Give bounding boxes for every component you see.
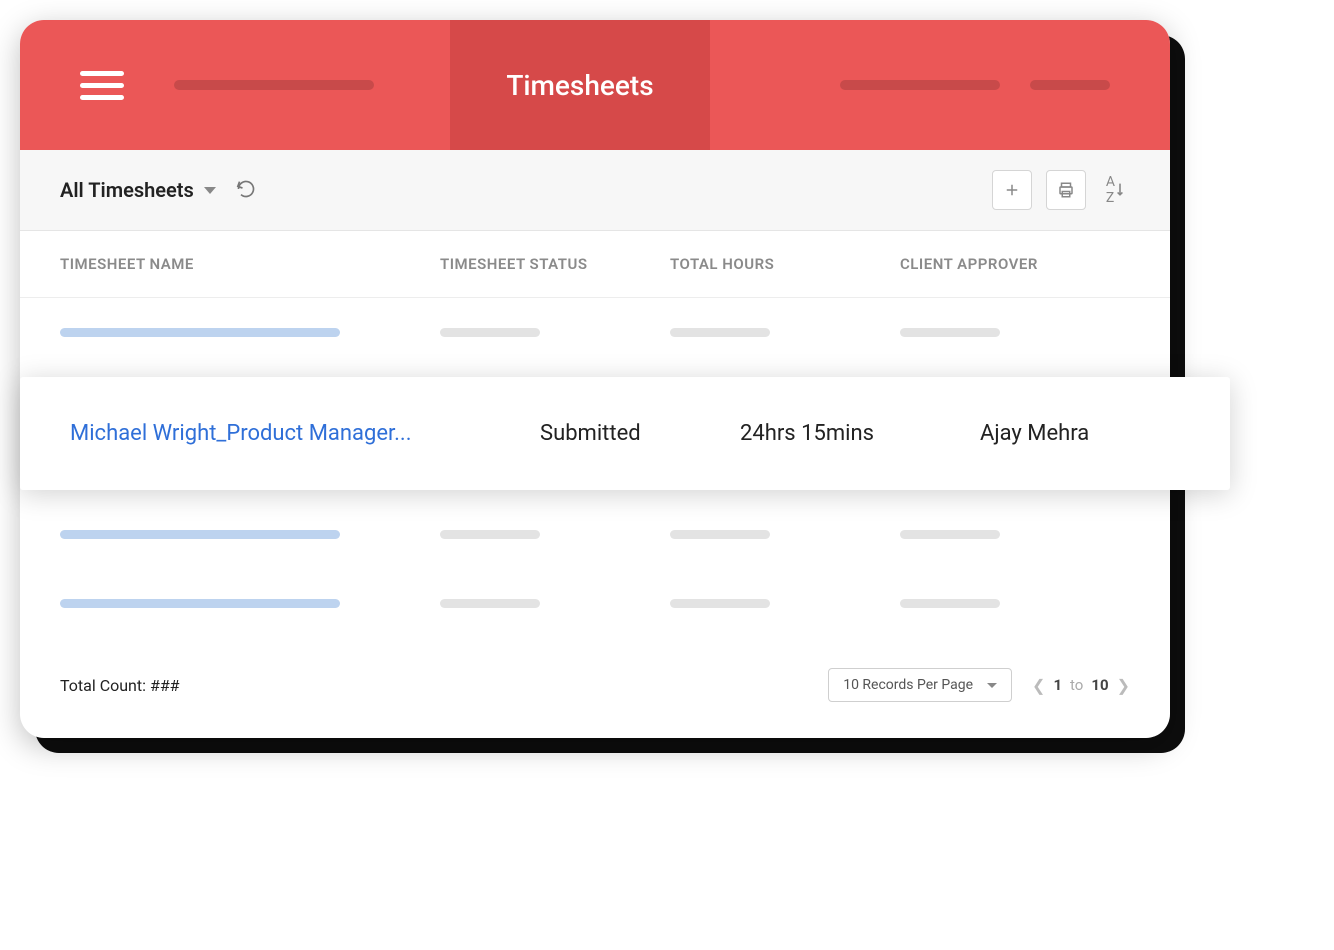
column-header-status[interactable]: TIMESHEET STATUS: [440, 255, 670, 273]
table-row[interactable]: [20, 500, 1170, 569]
page-size-dropdown[interactable]: 10 Records Per Page: [828, 668, 1012, 702]
sort-button[interactable]: AZ: [1100, 170, 1130, 210]
app-header: Timesheets: [20, 20, 1170, 150]
table-row[interactable]: [20, 569, 1170, 638]
print-button[interactable]: [1046, 170, 1086, 210]
timesheet-status: Submitted: [540, 421, 740, 446]
sort-az-icon: AZ: [1106, 174, 1114, 206]
table-row-highlighted[interactable]: Michael Wright_Product Manager... Submit…: [20, 377, 1230, 490]
placeholder-cell: [60, 599, 340, 608]
toolbar-left: All Timesheets: [60, 178, 258, 202]
next-page-button[interactable]: ❯: [1117, 676, 1130, 695]
app-window: Timesheets All Timesheets: [20, 20, 1170, 738]
column-header-name[interactable]: TIMESHEET NAME: [60, 255, 440, 273]
toolbar-right: AZ: [992, 170, 1130, 210]
timesheet-name-link[interactable]: Michael Wright_Product Manager...: [70, 421, 540, 446]
table-header: TIMESHEET NAME TIMESHEET STATUS TOTAL HO…: [20, 231, 1170, 298]
placeholder-cell: [900, 599, 1000, 608]
header-placeholder: [174, 80, 374, 90]
column-header-hours[interactable]: TOTAL HOURS: [670, 255, 900, 273]
placeholder-cell: [900, 530, 1000, 539]
placeholder-cell: [670, 530, 770, 539]
placeholder-cell: [670, 328, 770, 337]
total-count-label: Total Count: ###: [60, 676, 180, 695]
placeholder-cell: [440, 530, 540, 539]
placeholder-cell: [900, 328, 1000, 337]
timesheet-hours: 24hrs 15mins: [740, 421, 980, 446]
prev-page-button[interactable]: ❮: [1032, 676, 1045, 695]
placeholder-cell: [440, 599, 540, 608]
placeholder-cell: [60, 328, 340, 337]
toolbar: All Timesheets: [20, 150, 1170, 231]
placeholder-cell: [440, 328, 540, 337]
filter-label: All Timesheets: [60, 178, 194, 202]
add-button[interactable]: [992, 170, 1032, 210]
header-placeholder: [1030, 80, 1110, 90]
placeholder-cell: [60, 530, 340, 539]
page-size-label: 10 Records Per Page: [843, 677, 973, 693]
page-to-word: to: [1070, 676, 1083, 694]
header-placeholder: [840, 80, 1000, 90]
caret-down-icon: [987, 683, 997, 688]
page-to: 10: [1091, 676, 1108, 694]
filter-dropdown[interactable]: All Timesheets: [60, 178, 216, 202]
timesheet-approver: Ajay Mehra: [980, 421, 1180, 446]
page-from: 1: [1053, 676, 1062, 694]
header-title-tab[interactable]: Timesheets: [450, 20, 710, 150]
column-header-approver[interactable]: CLIENT APPROVER: [900, 255, 1130, 273]
placeholder-cell: [670, 599, 770, 608]
pagination: ❮ 1 to 10 ❯: [1032, 676, 1130, 695]
footer-right: 10 Records Per Page ❮ 1 to 10 ❯: [828, 668, 1130, 702]
caret-down-icon: [204, 187, 216, 194]
table-body: Michael Wright_Product Manager... Submit…: [20, 298, 1170, 638]
header-right: [710, 80, 1170, 90]
refresh-button[interactable]: [236, 179, 258, 201]
header-left: [20, 71, 450, 100]
table-footer: Total Count: ### 10 Records Per Page ❮ 1…: [20, 638, 1170, 738]
page-title: Timesheets: [506, 69, 653, 102]
table-row[interactable]: [20, 298, 1170, 367]
menu-icon[interactable]: [80, 71, 124, 100]
